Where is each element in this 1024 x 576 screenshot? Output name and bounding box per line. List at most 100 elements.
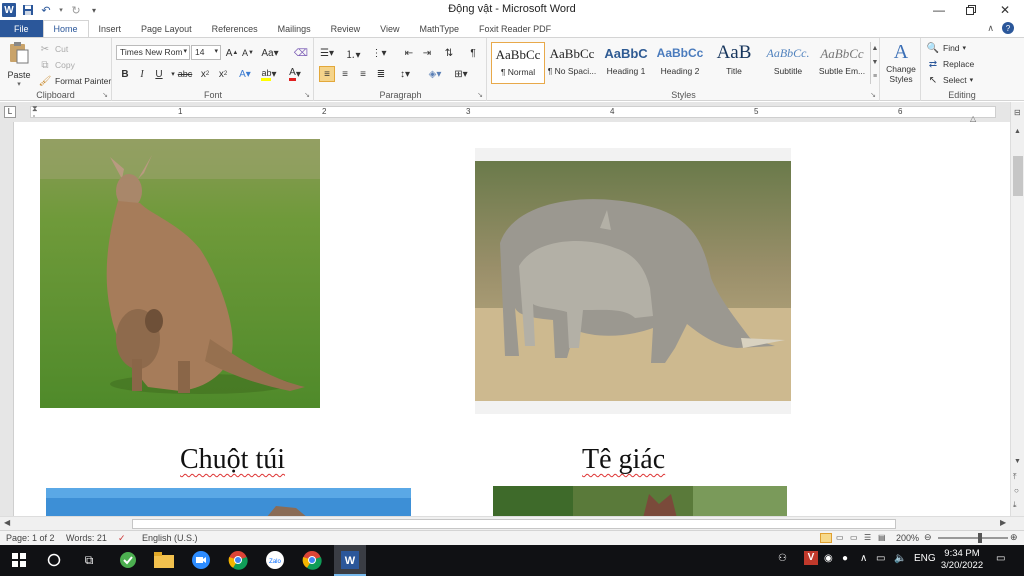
clear-formatting-icon[interactable]: ⌫ [293, 45, 309, 61]
paragraph-launcher-icon[interactable]: ↘ [477, 91, 483, 99]
styles-gallery-scroll[interactable]: ▲ ▼ ≡ [870, 42, 879, 84]
change-styles-button[interactable]: A Change Styles [881, 41, 921, 84]
styles-launcher-icon[interactable]: ↘ [870, 91, 876, 99]
restore-button[interactable] [954, 0, 988, 20]
replace-button[interactable]: ⇄ Replace [926, 57, 974, 71]
paste-button[interactable]: Paste ▾ [5, 41, 33, 88]
vertical-ruler[interactable] [0, 122, 14, 516]
horizontal-scroll-thumb[interactable] [132, 519, 896, 529]
copy-button[interactable]: ⧉ Copy [38, 58, 74, 72]
scroll-right-icon[interactable]: ▶ [1000, 518, 1006, 527]
select-button[interactable]: ↖ Select ▾ [926, 73, 973, 87]
language-indicator[interactable]: English (U.S.) [142, 533, 198, 543]
style-subtle-emphasis[interactable]: AaBbCc Subtle Em... [815, 42, 869, 84]
tab-mailings[interactable]: Mailings [268, 20, 321, 37]
style-subtitle[interactable]: AaBbCc. Subtitle [761, 42, 815, 84]
page-count[interactable]: Page: 1 of 2 [6, 533, 55, 543]
format-painter-button[interactable]: 🖌 Format Painter [38, 74, 112, 88]
align-right-icon[interactable]: ≡ [355, 66, 371, 82]
next-page-icon[interactable]: ⤓ [1013, 500, 1017, 510]
numbering-icon[interactable]: ⒈▾ [345, 45, 361, 61]
network-icon[interactable]: ▭ [876, 553, 885, 564]
vertical-scroll-thumb[interactable] [1013, 156, 1023, 196]
caption-kangaroo[interactable]: Chuột túi [180, 444, 285, 476]
chrome-icon-2[interactable] [301, 549, 323, 571]
zoom-level[interactable]: 200% [896, 533, 919, 543]
file-explorer-icon[interactable] [153, 549, 175, 571]
app-green-icon[interactable] [117, 549, 139, 571]
align-center-icon[interactable]: ≡ [337, 66, 353, 82]
show-hide-marks-icon[interactable]: ¶ [465, 45, 481, 61]
word-count[interactable]: Words: 21 [66, 533, 107, 543]
style-no-spacing[interactable]: AaBbCc ¶ No Spaci... [545, 42, 599, 84]
tab-mathtype[interactable]: MathType [410, 20, 470, 37]
sort-icon[interactable]: ⇅ [441, 45, 457, 61]
horizontal-scrollbar[interactable]: ◀ ▶ [0, 516, 1024, 530]
zoom-slider[interactable] [938, 533, 1008, 543]
scroll-left-icon[interactable]: ◀ [4, 518, 10, 527]
rhinoceros-image[interactable] [475, 148, 791, 414]
zalo-icon[interactable]: Zalo [264, 549, 286, 571]
style-normal[interactable]: AaBbCc ¶ Normal [491, 42, 545, 84]
search-icon[interactable] [43, 549, 65, 571]
style-heading-2[interactable]: AaBbCc Heading 2 [653, 42, 707, 84]
tab-home[interactable]: Home [42, 20, 89, 37]
scroll-up-icon[interactable]: ▲ [1014, 128, 1021, 135]
people-icon[interactable]: ⚇ [778, 553, 787, 564]
kangaroo-image[interactable] [40, 139, 320, 408]
chrome-icon[interactable] [227, 549, 249, 571]
font-family-select[interactable]: Times New Rom ▾ [116, 45, 190, 60]
text-effects-button[interactable]: A▾ [237, 66, 253, 82]
shrink-font-button[interactable]: A ▼ [240, 45, 256, 61]
line-spacing-icon[interactable]: ↕▾ [397, 66, 413, 82]
partial-image-right[interactable] [493, 486, 787, 516]
find-button[interactable]: 🔍 Find ▾ [926, 41, 966, 55]
bullets-icon[interactable]: ☰▾ [319, 45, 335, 61]
superscript-button[interactable]: x2 [215, 66, 231, 82]
horizontal-ruler[interactable]: L 1 2 3 4 5 6 ⧗ △ [0, 102, 1024, 123]
tab-file[interactable]: File [0, 20, 43, 37]
clipboard-launcher-icon[interactable]: ↘ [102, 91, 108, 99]
show-hidden-icons[interactable]: ∧ [860, 553, 867, 564]
tab-review[interactable]: Review [321, 20, 371, 37]
proofing-icon[interactable]: ✓ [118, 533, 126, 544]
change-case-button[interactable]: Aa▾ [261, 45, 278, 61]
tray-app-icon[interactable]: ◉ [824, 553, 833, 564]
ruler-toggle-icon[interactable]: ⊟ [1014, 108, 1021, 117]
font-launcher-icon[interactable]: ↘ [304, 91, 310, 99]
tab-references[interactable]: References [202, 20, 268, 37]
tab-selector-icon[interactable]: L [4, 106, 16, 118]
word-taskbar-icon[interactable]: W [334, 545, 366, 576]
subscript-button[interactable]: x2 [197, 66, 213, 82]
task-view-icon[interactable]: ⧉ [78, 549, 100, 571]
font-size-select[interactable]: 14 ▾ [191, 45, 221, 60]
highlight-color-button[interactable]: ab ▾ [261, 66, 277, 82]
zoom-slider-thumb[interactable] [978, 533, 982, 543]
minimize-button[interactable]: — [922, 0, 956, 20]
scroll-down-icon[interactable]: ▼ [1014, 458, 1021, 465]
shading-icon[interactable]: ◈▾ [427, 66, 443, 82]
style-title[interactable]: AaB Title [707, 42, 761, 84]
notifications-icon[interactable]: ▭ [996, 553, 1005, 564]
font-color-button[interactable]: A ▾ [287, 66, 303, 82]
previous-page-icon[interactable]: ⤒ [1013, 472, 1017, 482]
tray-app-icon-2[interactable]: ● [842, 553, 848, 564]
volume-icon[interactable]: 🔈 [894, 553, 906, 564]
italic-button[interactable]: I [134, 66, 150, 82]
zoom-app-icon[interactable] [190, 549, 212, 571]
outline-view-icon[interactable]: ☰ [864, 533, 871, 542]
tab-view[interactable]: View [370, 20, 409, 37]
draft-view-icon[interactable]: ▤ [878, 533, 886, 542]
increase-indent-icon[interactable]: ⇥ [419, 45, 435, 61]
borders-icon[interactable]: ⊞▾ [453, 66, 469, 82]
tab-foxit-reader-pdf[interactable]: Foxit Reader PDF [469, 20, 561, 37]
windows-start-icon[interactable] [8, 549, 30, 571]
tray-app-v-icon[interactable]: V [804, 551, 818, 565]
document-page[interactable]: Chuột túi Tê giác [0, 122, 1010, 516]
close-button[interactable]: ✕ [988, 0, 1022, 20]
vertical-scrollbar[interactable]: ⊟ ▲ ▼ ⤒ ○ ⤓ [1010, 102, 1024, 516]
browse-object-icon[interactable]: ○ [1014, 486, 1019, 495]
align-left-icon[interactable]: ≡ [319, 66, 335, 82]
web-layout-icon[interactable]: ▭ [850, 533, 858, 542]
style-heading-1[interactable]: AaBbC Heading 1 [599, 42, 653, 84]
